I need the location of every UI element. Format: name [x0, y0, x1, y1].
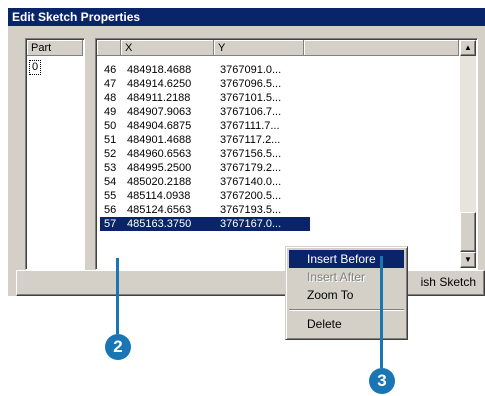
cell-index: 46 [104, 64, 117, 76]
grid-header-y[interactable]: Y [214, 40, 304, 56]
grid-header-x[interactable]: X [121, 40, 214, 56]
table-row[interactable]: 52 484960.6563 3767156.5... [100, 147, 459, 161]
cell-y: 3767193.5... [220, 204, 282, 216]
cell-x: 484960.6563 [127, 148, 192, 160]
scroll-thumb[interactable] [460, 212, 476, 252]
table-row[interactable]: 51 484901.4688 3767117.2... [100, 133, 459, 147]
callout-2-badge: 2 [105, 334, 131, 360]
scroll-up-button[interactable]: ▲ [460, 40, 476, 56]
cell-index: 54 [104, 176, 117, 188]
context-menu: Insert Before Insert After Zoom To Delet… [285, 246, 408, 340]
cell-x: 484911.2188 [127, 92, 191, 104]
cell-y: 3767101.5... [220, 92, 282, 104]
menu-item-zoom-to[interactable]: Zoom To [289, 286, 404, 304]
edit-sketch-properties-dialog: Edit Sketch Properties Part 0 X Y 46 4849… [8, 8, 485, 296]
cell-y: 3767096.5... [220, 78, 282, 90]
cell-index: 56 [104, 204, 117, 216]
cell-y: 3767167.0... [220, 218, 282, 230]
table-row[interactable]: 46 484918.4688 3767091.0... [100, 63, 459, 77]
part-item[interactable]: 0 [29, 60, 42, 75]
cell-index: 55 [104, 190, 117, 202]
cell-x: 484995.2500 [127, 162, 192, 174]
cell-y: 3767156.5... [220, 148, 282, 160]
cell-x: 485163.3750 [127, 218, 192, 230]
cell-x: 484901.4688 [127, 134, 192, 146]
vertex-grid[interactable]: X Y 46 484918.4688 3767091.0... 47 484914.62… [95, 38, 478, 270]
cell-x: 485124.6563 [127, 204, 192, 216]
menu-item-delete[interactable]: Delete [289, 315, 404, 333]
callout-3-badge: 3 [369, 368, 395, 394]
menu-item-insert-after: Insert After [307, 270, 366, 284]
table-row[interactable]: 50 484904.6875 3767111.7... [100, 119, 459, 133]
cell-index: 57 [104, 218, 117, 230]
menu-separator [289, 309, 404, 311]
cell-y: 3767200.5... [220, 190, 282, 202]
cell-index: 51 [104, 134, 117, 146]
table-row[interactable]: 56 485124.6563 3767193.5... [100, 203, 459, 217]
cell-index: 53 [104, 162, 117, 174]
cell-x: 484918.4688 [127, 64, 192, 76]
scroll-down-button[interactable]: ▼ [460, 252, 476, 268]
cell-x: 484907.9063 [127, 106, 192, 118]
cell-index: 49 [104, 106, 117, 118]
cell-y: 3767106.7... [220, 106, 282, 118]
cell-x: 484904.6875 [127, 120, 192, 132]
cell-y: 3767179.2... [220, 162, 282, 174]
cell-y: 3767117.2... [220, 134, 281, 146]
cell-index: 48 [104, 92, 117, 104]
table-row[interactable]: 49 484907.9063 3767106.7... [100, 105, 459, 119]
callout-2-leader [116, 258, 119, 334]
cell-index: 47 [104, 78, 117, 90]
table-row[interactable]: 54 485020.2188 3767140.0... [100, 175, 459, 189]
table-row[interactable]: 53 484995.2500 3767179.2... [100, 161, 459, 175]
table-row[interactable]: 55 485114.0938 3767200.5... [100, 189, 459, 203]
dialog-title: Edit Sketch Properties [12, 10, 141, 24]
table-row[interactable]: 48 484911.2188 3767101.5... [100, 91, 459, 105]
cell-x: 485020.2188 [127, 176, 192, 188]
grid-header-filler [304, 40, 459, 56]
cell-x: 485114.0938 [127, 190, 191, 202]
cell-y: 3767140.0... [220, 176, 282, 188]
title-bar[interactable]: Edit Sketch Properties [8, 8, 485, 26]
grid-header-index[interactable] [97, 40, 121, 56]
table-row[interactable]: 57 485163.3750 3767167.0... [100, 217, 459, 231]
table-row[interactable]: 47 484914.6250 3767096.5... [100, 77, 459, 91]
callout-3-leader [380, 256, 383, 368]
cell-y: 3767111.7... [220, 120, 280, 132]
cell-index: 50 [104, 120, 117, 132]
menu-item-insert-before[interactable]: Insert Before [289, 250, 404, 268]
cell-index: 52 [104, 148, 117, 160]
vertical-scrollbar[interactable]: ▲ ▼ [460, 40, 476, 268]
cell-y: 3767091.0... [220, 64, 282, 76]
cell-x: 484914.6250 [127, 78, 192, 90]
part-list[interactable]: Part 0 [25, 38, 85, 270]
part-column-header[interactable]: Part [27, 40, 83, 56]
